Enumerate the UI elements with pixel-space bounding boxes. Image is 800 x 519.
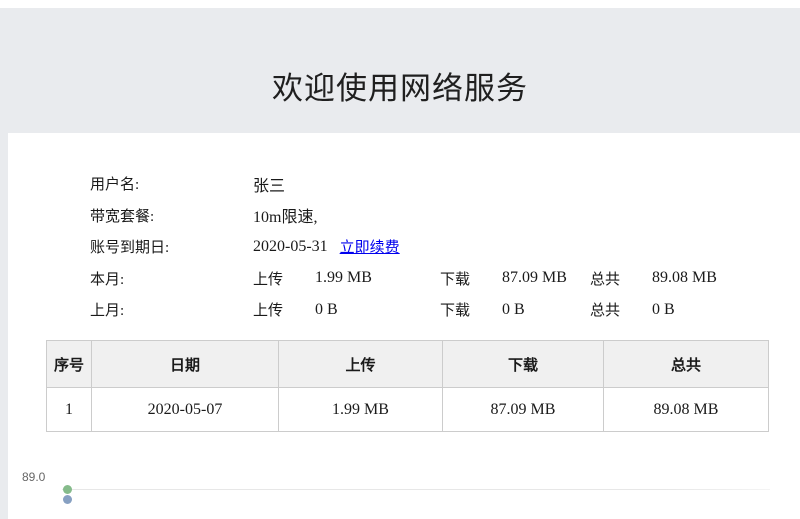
chart-point-total-icon bbox=[63, 485, 72, 494]
current-month-usage-row: 本月: 上传 1.99 MB 下载 87.09 MB 总共 89.08 MB bbox=[90, 263, 780, 295]
cell-date: 2020-05-07 bbox=[92, 388, 279, 432]
download-term: 下载 bbox=[440, 268, 502, 289]
current-month-upload-value: 1.99 MB bbox=[315, 269, 440, 287]
top-white-strip bbox=[0, 0, 800, 8]
last-month-upload-value: 0 B bbox=[315, 301, 440, 319]
col-header-index: 序号 bbox=[47, 341, 92, 388]
table-row: 1 2020-05-07 1.99 MB 87.09 MB 89.08 MB bbox=[47, 388, 769, 432]
usage-table: 序号 日期 上传 下载 总共 1 2020-05-07 1.99 MB 87.0… bbox=[46, 340, 769, 432]
upload-term: 上传 bbox=[253, 299, 315, 320]
total-term: 总共 bbox=[590, 299, 652, 320]
username-value: 张三 bbox=[253, 172, 285, 196]
renew-link[interactable]: 立即续费 bbox=[340, 236, 400, 257]
last-month-total-value: 0 B bbox=[652, 301, 675, 319]
col-header-date: 日期 bbox=[92, 341, 279, 388]
chart-y-axis-tick-label: 89.0 bbox=[22, 470, 45, 484]
expiry-date-row: 账号到期日: 2020-05-31 立即续费 bbox=[90, 231, 780, 263]
chart-point-download-icon bbox=[63, 495, 72, 504]
total-term: 总共 bbox=[590, 268, 652, 289]
chart-gridline bbox=[62, 489, 770, 490]
network-service-page: { "page": { "title": "欢迎使用网络服务" }, "acco… bbox=[0, 0, 800, 519]
welcome-banner: 欢迎使用网络服务 bbox=[0, 8, 800, 133]
col-header-download: 下载 bbox=[443, 341, 604, 388]
cell-download: 87.09 MB bbox=[443, 388, 604, 432]
cell-upload: 1.99 MB bbox=[279, 388, 443, 432]
current-month-label: 本月: bbox=[90, 268, 253, 289]
last-month-label: 上月: bbox=[90, 299, 253, 320]
col-header-total: 总共 bbox=[604, 341, 769, 388]
content-card: 用户名: 张三 带宽套餐: 10m限速, 账号到期日: 2020-05-31 立… bbox=[8, 133, 800, 519]
upload-term: 上传 bbox=[253, 268, 315, 289]
usage-table-header-row: 序号 日期 上传 下载 总共 bbox=[47, 341, 769, 388]
current-month-total-value: 89.08 MB bbox=[652, 269, 717, 287]
expiry-date-value: 2020-05-31 bbox=[253, 238, 328, 256]
page-title: 欢迎使用网络服务 bbox=[272, 33, 528, 108]
download-term: 下载 bbox=[440, 299, 502, 320]
cell-index: 1 bbox=[47, 388, 92, 432]
bandwidth-plan-value: 10m限速, bbox=[253, 203, 317, 227]
account-info: 用户名: 张三 带宽套餐: 10m限速, 账号到期日: 2020-05-31 立… bbox=[90, 168, 780, 326]
username-row: 用户名: 张三 bbox=[90, 168, 780, 200]
bandwidth-plan-row: 带宽套餐: 10m限速, bbox=[90, 200, 780, 232]
username-label: 用户名: bbox=[90, 173, 253, 194]
expiry-date-label: 账号到期日: bbox=[90, 236, 253, 257]
last-month-usage-row: 上月: 上传 0 B 下载 0 B 总共 0 B bbox=[90, 294, 780, 326]
col-header-upload: 上传 bbox=[279, 341, 443, 388]
last-month-download-value: 0 B bbox=[502, 301, 590, 319]
current-month-download-value: 87.09 MB bbox=[502, 269, 590, 287]
bandwidth-plan-label: 带宽套餐: bbox=[90, 205, 253, 226]
cell-total: 89.08 MB bbox=[604, 388, 769, 432]
